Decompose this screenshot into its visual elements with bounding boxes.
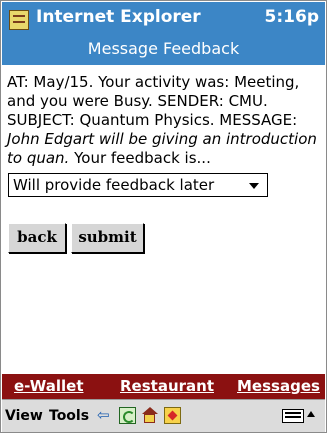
feedback-prompt: Your feedback is... (69, 149, 211, 167)
nav-link-ewallet[interactable]: e-Wallet (14, 377, 84, 395)
input-panel-arrow-icon[interactable] (307, 411, 315, 417)
clock[interactable]: 5:16p (265, 7, 319, 27)
feedback-select-value: Will provide feedback later (13, 176, 215, 194)
pda-window: Internet Explorer 5:16p Message Feedback… (0, 0, 327, 433)
tools-menu[interactable]: Tools (49, 408, 89, 424)
internet-explorer-icon[interactable] (9, 10, 29, 30)
message-text: AT: May/15. Your activity was: Meeting, … (7, 73, 323, 168)
command-bar: View Tools ⇦ (2, 399, 325, 432)
title-bar: Internet Explorer 5:16p Message Feedback (2, 2, 325, 65)
submit-button[interactable]: submit (71, 223, 144, 253)
view-menu[interactable]: View (5, 408, 43, 424)
page-content: AT: May/15. Your activity was: Meeting, … (2, 65, 325, 374)
nav-bar: e-Wallet Restaurant Messages (2, 374, 325, 399)
back-arrow-icon[interactable]: ⇦ (97, 406, 115, 424)
home-icon[interactable] (141, 407, 158, 424)
chevron-down-icon[interactable] (249, 183, 259, 189)
back-button[interactable]: back (8, 223, 66, 253)
favorites-icon[interactable] (164, 407, 181, 424)
app-title: Internet Explorer (36, 7, 201, 27)
nav-link-messages[interactable]: Messages (237, 377, 320, 395)
message-header: AT: May/15. Your activity was: Meeting, … (7, 73, 300, 129)
nav-link-restaurant[interactable]: Restaurant (120, 377, 214, 395)
keyboard-icon[interactable] (282, 409, 304, 423)
feedback-select[interactable]: Will provide feedback later (8, 173, 268, 197)
page-title: Message Feedback (87, 39, 240, 58)
refresh-icon[interactable] (119, 407, 136, 424)
